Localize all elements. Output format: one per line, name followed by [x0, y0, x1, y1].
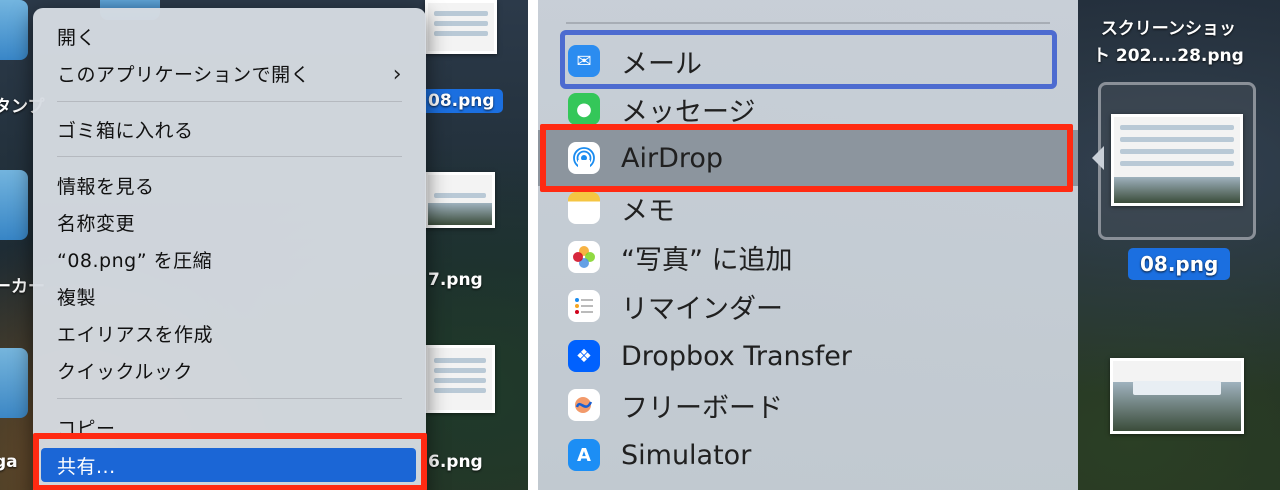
menu-item-open-with-label: このアプリケーションで開く [57, 63, 311, 86]
menu-item-duplicate[interactable]: 複製 [33, 279, 426, 313]
screenshot-thumbnail[interactable] [425, 0, 497, 54]
desktop-file-title-line2: ト 202....28.png [1093, 46, 1244, 67]
share-highlight-box [33, 433, 427, 490]
menu-item-get-info[interactable]: 情報を見る [33, 168, 426, 202]
dropbox-icon: ❖ [568, 340, 600, 372]
file-label-07[interactable]: 7.png [428, 270, 483, 290]
messages-icon: ● [568, 93, 600, 125]
share-item-label: フリーボード [621, 392, 783, 424]
desktop-file-title: スクリーンショッ ト 202....28.png [1093, 16, 1244, 70]
file-label-08[interactable]: 08.png [1128, 248, 1231, 280]
menu-item-make-alias[interactable]: エイリアスを作成 [33, 316, 426, 350]
photos-icon [568, 241, 600, 273]
menu-separator [566, 22, 1050, 24]
freeform-icon [568, 389, 600, 421]
reminders-icon [568, 290, 600, 322]
menu-item-compress[interactable]: “08.png” を圧縮 [33, 242, 426, 276]
folder-icon[interactable] [0, 170, 28, 240]
menu-item-open[interactable]: 開く [33, 19, 426, 53]
menu-item-open-with[interactable]: このアプリケーションで開く › [33, 56, 426, 90]
folder-icon[interactable] [0, 0, 28, 60]
desktop-label-fragment: ga [0, 452, 18, 472]
share-item-label: Simulator [621, 439, 752, 471]
folder-icon[interactable] [0, 348, 28, 418]
menu-item-rename[interactable]: 名称変更 [33, 205, 426, 239]
mail-focus-ring [560, 30, 1057, 89]
screenshot-thumbnail[interactable] [1111, 114, 1243, 206]
context-menu: 開く このアプリケーションで開く › ゴミ箱に入れる 情報を見る 名称変更 “0… [33, 8, 426, 490]
menu-item-trash[interactable]: ゴミ箱に入れる [33, 112, 426, 146]
share-item-dropbox-transfer[interactable]: ❖ Dropbox Transfer [538, 332, 1078, 380]
share-item-label: メモ [621, 195, 675, 227]
share-item-photos[interactable]: “写真” に追加 [538, 233, 1078, 281]
screenshot-thumbnail[interactable] [425, 345, 495, 413]
screenshot-thumbnail[interactable] [425, 172, 495, 228]
file-label-06[interactable]: 6.png [428, 452, 483, 472]
chevron-right-icon: › [392, 62, 402, 87]
file-label-08[interactable]: 08.png [420, 89, 503, 113]
share-item-label: メッセージ [621, 96, 756, 128]
notes-icon [568, 192, 600, 224]
finder-context-menu-screenshot: タンプ ーカー ga 08.png 7.png 6.png 開く このアプリケー… [0, 0, 528, 490]
share-item-label: Dropbox Transfer [621, 340, 852, 372]
menu-item-quick-look[interactable]: クイックルック [33, 353, 426, 387]
airdrop-highlight-box [540, 124, 1073, 192]
share-item-label: リマインダー [621, 293, 783, 325]
share-submenu-screenshot: ✉ メール ● メッセージ AirDrop メモ “写真” に追加 リマインダー… [538, 0, 1280, 490]
desktop-file-title-line1: スクリーンショッ [1100, 19, 1236, 39]
share-item-freeform[interactable]: フリーボード [538, 381, 1078, 429]
preview-pointer [1092, 146, 1104, 170]
menu-separator [57, 101, 402, 102]
share-item-simulator[interactable]: A Simulator [538, 431, 1078, 479]
menu-separator [57, 156, 402, 157]
screenshot-thumbnail[interactable] [1110, 358, 1244, 434]
simulator-icon: A [568, 439, 600, 471]
share-item-reminders[interactable]: リマインダー [538, 282, 1078, 330]
menu-separator [57, 398, 402, 399]
share-item-label: “写真” に追加 [621, 244, 793, 276]
